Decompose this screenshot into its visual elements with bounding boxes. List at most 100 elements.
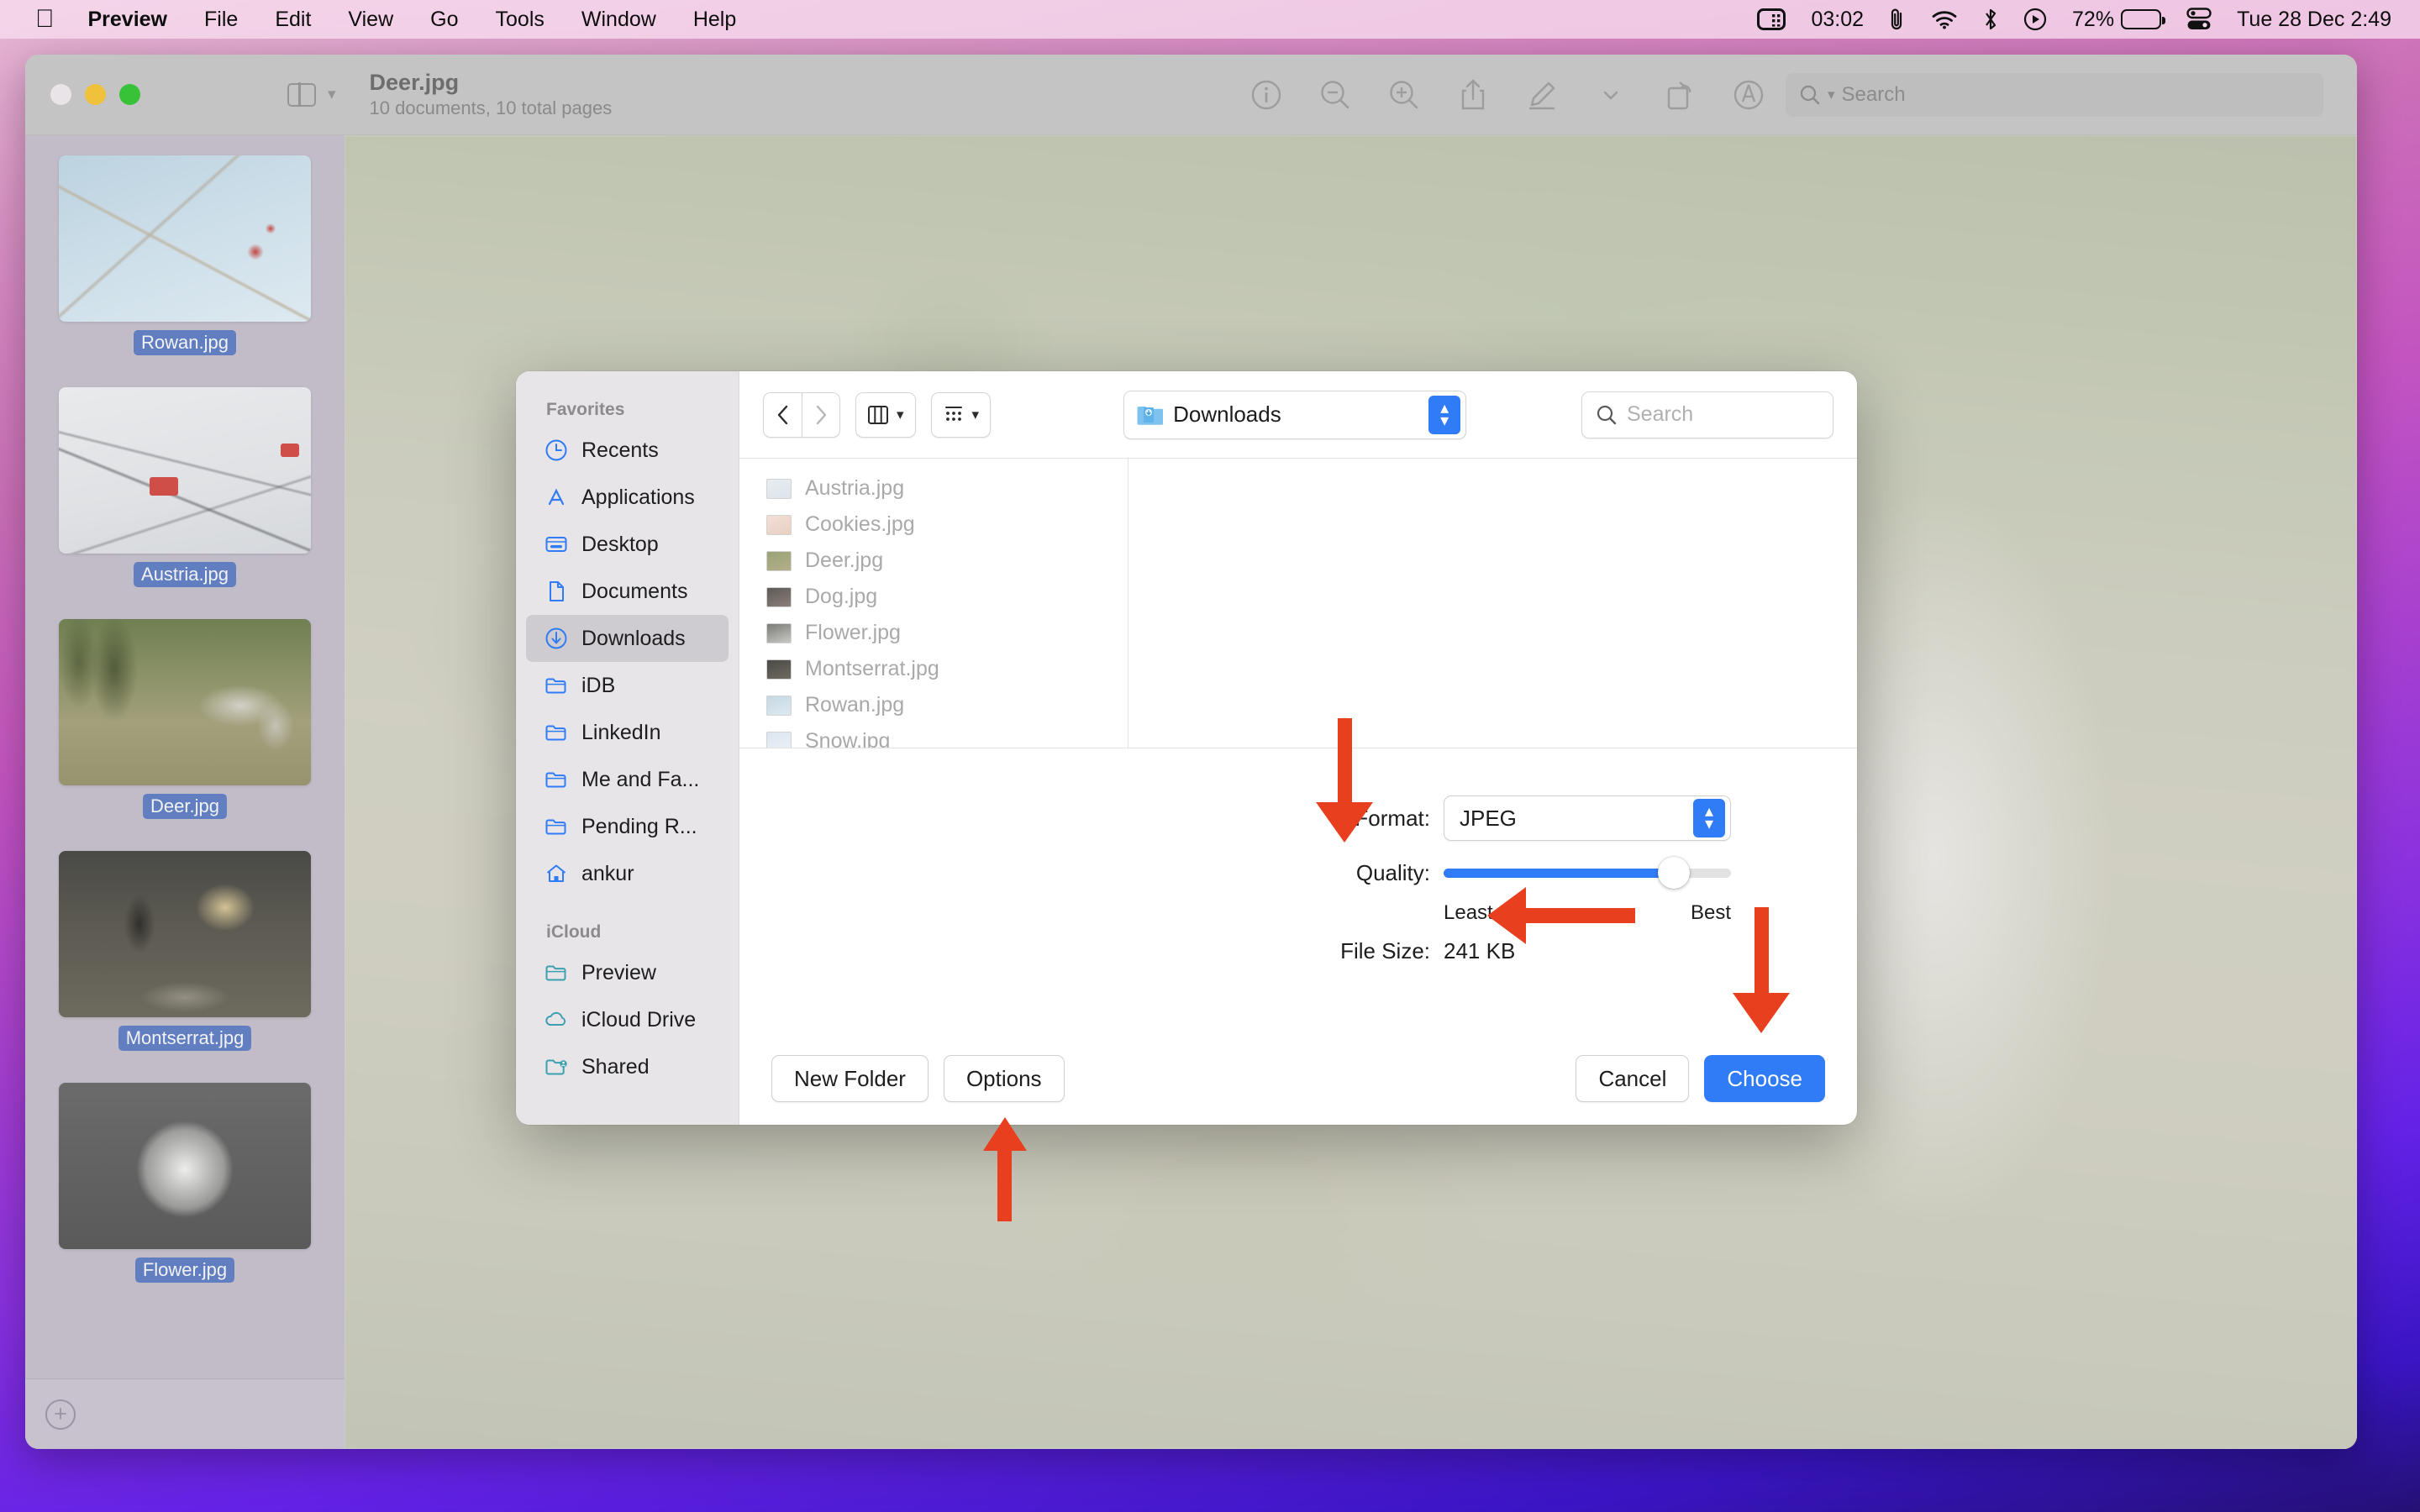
sidebar-item-documents[interactable]: Documents [526, 568, 729, 615]
folder-icon [544, 674, 568, 697]
file-preview-column [1128, 459, 1857, 748]
choose-button[interactable]: Choose [1704, 1055, 1825, 1102]
zoom-in-icon[interactable] [1386, 76, 1423, 113]
paperclip-icon[interactable] [1889, 7, 1906, 32]
list-item[interactable]: Dog.jpg [739, 579, 1128, 615]
group-by-button[interactable]: ▾ [931, 392, 992, 438]
arrow-to-choose [1733, 907, 1790, 1035]
rotate-icon[interactable] [1661, 76, 1698, 113]
wifi-icon[interactable] [1931, 9, 1958, 29]
home-icon [544, 862, 568, 885]
chevron-down-icon: ▾ [1828, 87, 1835, 103]
sidebar-section-favorites-header: Favorites [516, 390, 739, 427]
annotate-icon[interactable] [1730, 76, 1767, 113]
zoom-button[interactable] [119, 84, 140, 105]
list-item[interactable]: Flower.jpg [739, 615, 1128, 651]
markup-pen-icon[interactable] [1523, 76, 1560, 113]
list-item[interactable]: Deer.jpg [59, 619, 311, 819]
list-item[interactable]: Austria.jpg [59, 387, 311, 587]
location-popup-button[interactable]: Downloads ▴▾ [1123, 391, 1466, 439]
info-icon[interactable] [1248, 76, 1285, 113]
screen-mirroring-icon[interactable] [1757, 8, 1786, 30]
list-item[interactable]: Flower.jpg [59, 1083, 311, 1283]
plus-circle-icon[interactable]: + [45, 1399, 76, 1430]
file-name: Deer.jpg [805, 549, 883, 573]
preview-thumbnail-sidebar[interactable]: Rowan.jpg Austria.jpg Deer.jpg [25, 135, 345, 1449]
list-item[interactable]: Austria.jpg [739, 470, 1128, 507]
menu-item-view[interactable]: View [329, 0, 412, 39]
list-item[interactable]: Deer.jpg [739, 543, 1128, 579]
forward-button[interactable] [802, 392, 840, 438]
close-button[interactable] [50, 84, 71, 105]
dialog-search-field[interactable]: Search [1581, 391, 1833, 438]
file-thumbnail-icon [766, 696, 792, 716]
window-search-field[interactable]: ▾ Search [1786, 73, 2323, 117]
sidebar-item-desktop[interactable]: Desktop [526, 521, 729, 568]
back-button[interactable] [763, 392, 802, 438]
minimize-button[interactable] [85, 84, 106, 105]
menu-item-preview[interactable]: Preview [70, 0, 187, 39]
list-item[interactable]: Rowan.jpg [59, 155, 311, 355]
sidebar-item-label: Me and Fa... [581, 768, 699, 792]
battery-percent-text: 72% [2072, 8, 2114, 32]
sidebar-item-applications[interactable]: Applications [526, 474, 729, 521]
sidebar-toggle-button[interactable]: ▾ [287, 83, 336, 107]
format-select[interactable]: JPEG ▴▾ [1444, 795, 1731, 841]
list-item[interactable]: Cookies.jpg [739, 507, 1128, 543]
sidebar-item-label: ankur [581, 862, 634, 886]
sidebar-item-icloud-drive[interactable]: iCloud Drive [526, 996, 729, 1043]
list-item[interactable]: Montserrat.jpg [739, 651, 1128, 687]
menu-item-window[interactable]: Window [563, 0, 675, 39]
thumbnail-image [59, 387, 311, 554]
share-icon[interactable] [1455, 76, 1491, 113]
sidebar-item-label: Applications [581, 486, 695, 510]
file-thumbnail-icon [766, 551, 792, 571]
sidebar-item-recents[interactable]: Recents [526, 427, 729, 474]
cancel-button[interactable]: Cancel [1576, 1055, 1689, 1102]
chevron-down-icon[interactable] [1592, 76, 1629, 113]
zoom-out-icon[interactable] [1317, 76, 1354, 113]
up-down-stepper-icon[interactable]: ▴▾ [1693, 799, 1725, 837]
sidebar-item-label: Downloads [581, 627, 686, 651]
menu-item-edit[interactable]: Edit [256, 0, 329, 39]
sidebar-item-downloads[interactable]: Downloads [526, 615, 729, 662]
bluetooth-icon[interactable] [1983, 8, 1998, 31]
window-toolbar [1248, 76, 1786, 113]
filesize-label: File Size: [1339, 938, 1430, 964]
sidebar-item-me-and-family[interactable]: Me and Fa... [526, 756, 729, 803]
arrow-to-options [983, 1117, 1027, 1221]
quality-max-label: Best [1691, 901, 1731, 925]
arrow-to-format [1316, 718, 1373, 843]
apple-logo-icon[interactable]:  [27, 3, 70, 36]
file-list-column[interactable]: Austria.jpg Cookies.jpg Deer.jpg Dog.jpg… [739, 459, 1128, 748]
slider-knob[interactable] [1658, 857, 1690, 889]
list-item[interactable]: Rowan.jpg [739, 687, 1128, 723]
menu-item-tools[interactable]: Tools [477, 0, 563, 39]
file-browser: Austria.jpg Cookies.jpg Deer.jpg Dog.jpg… [739, 459, 1857, 748]
menu-bar-clock[interactable]: Tue 28 Dec 2:49 [2237, 8, 2391, 32]
control-center-icon[interactable] [2186, 8, 2212, 31]
list-item[interactable]: Snow.jpg [739, 723, 1128, 748]
menu-item-file[interactable]: File [186, 0, 256, 39]
file-name: Austria.jpg [805, 476, 904, 501]
view-mode-button[interactable]: ▾ [855, 392, 916, 438]
thumbnail-label: Rowan.jpg [134, 330, 236, 355]
menu-item-help[interactable]: Help [675, 0, 755, 39]
new-folder-button[interactable]: New Folder [771, 1055, 929, 1102]
sidebar-item-preview[interactable]: Preview [526, 949, 729, 996]
sidebar-item-ankur[interactable]: ankur [526, 850, 729, 897]
sidebar-item-label: LinkedIn [581, 721, 661, 745]
file-thumbnail-icon [766, 732, 792, 748]
sidebar-item-linkedin[interactable]: LinkedIn [526, 709, 729, 756]
menu-item-go[interactable]: Go [412, 0, 476, 39]
battery-indicator[interactable]: 72% [2072, 8, 2161, 32]
quality-slider[interactable] [1444, 856, 1731, 890]
sidebar-item-shared[interactable]: Shared [526, 1043, 729, 1090]
sidebar-item-pending-r[interactable]: Pending R... [526, 803, 729, 850]
play-circle-icon[interactable] [2023, 8, 2047, 31]
up-down-stepper-icon[interactable]: ▴▾ [1428, 396, 1460, 434]
list-item[interactable]: Montserrat.jpg [59, 851, 311, 1051]
sidebar-item-idb[interactable]: iDB [526, 662, 729, 709]
thumbnail-image [59, 619, 311, 785]
options-button[interactable]: Options [944, 1055, 1065, 1102]
